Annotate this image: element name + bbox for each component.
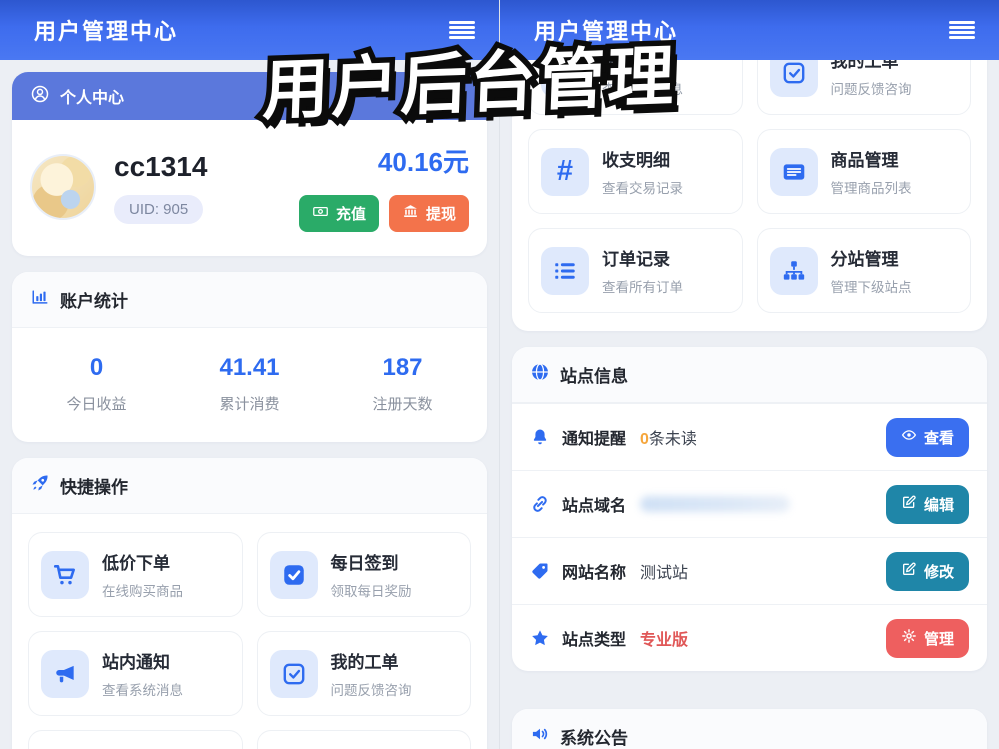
stat-today-income: 0 今日收益 — [66, 354, 127, 413]
row-label: 通知提醒 — [562, 431, 627, 448]
site-domain-value-blurred — [640, 496, 791, 512]
username: cc1314 — [114, 150, 208, 182]
row-site-name: 网站名称 测试站 修改 — [512, 537, 987, 604]
stats-card: 账户统计 0 今日收益 41.41 累计消费 187 注册天数 — [12, 272, 487, 442]
quick-action-my-tickets[interactable]: 我的工单 问题反馈咨询 — [256, 631, 471, 716]
quick-action-daily-checkin[interactable]: 每日签到 领取每日奖励 — [256, 532, 471, 617]
recharge-button[interactable]: 充值 — [298, 195, 379, 232]
stat-total-spend: 41.41 累计消费 — [219, 354, 280, 413]
person-circle-icon — [30, 84, 50, 109]
row-label: 站点类型 — [562, 632, 627, 649]
row-label: 站点域名 — [562, 498, 627, 515]
announcement-section-title: 系统公告 — [560, 729, 628, 748]
site-type-value: 专业版 — [640, 632, 689, 649]
quick-actions-header: 快捷操作 — [12, 458, 487, 514]
quick-action-transactions[interactable]: # 收支明细查看交易记录 — [528, 129, 743, 214]
quick-action-cheap-order[interactable]: 低价下单 在线购买商品 — [28, 532, 243, 617]
megaphone-icon — [41, 649, 89, 698]
edit-icon — [901, 561, 917, 581]
app-title: 用户管理中心 — [34, 19, 179, 44]
row-site-domain: 站点域名 编辑 — [512, 470, 987, 537]
speaker-icon — [530, 724, 550, 749]
uid-badge: UID: 905 — [114, 194, 204, 224]
announcement-header: 系统公告 — [512, 709, 987, 749]
banknote-icon — [312, 203, 329, 224]
quick-actions-card: 快捷操作 低价下单 在线购买商品 每日签到 领取每日奖励 站内通知 查看系统消息… — [12, 458, 487, 749]
eye-icon — [901, 427, 917, 447]
link-icon — [533, 496, 547, 512]
quick-action-site-notice[interactable]: 站内通知 查看系统消息 — [28, 631, 243, 716]
check-square-icon — [269, 550, 318, 599]
edit-domain-button[interactable]: 编辑 — [885, 484, 969, 524]
site-info-section-title: 站点信息 — [560, 367, 628, 386]
profile-card-body: cc1314 UID: 905 40.16元 充值 提现 — [12, 120, 487, 256]
bell-icon — [533, 429, 547, 445]
quick-action-orders[interactable]: 订单记录 查看所有订单 — [528, 228, 743, 313]
announcement-card: 系统公告 — [512, 709, 987, 749]
modify-name-button[interactable]: 修改 — [885, 551, 969, 591]
sitemap-icon — [769, 246, 818, 295]
hamburger-menu-icon[interactable] — [949, 20, 975, 40]
quick-action-substations[interactable]: 分站管理 管理下级站点 — [756, 228, 971, 313]
star-icon — [532, 630, 548, 646]
order-list-icon — [541, 246, 589, 295]
product-card-icon — [769, 147, 818, 196]
row-label: 网站名称 — [562, 565, 627, 582]
stats-section-title: 账户统计 — [60, 292, 128, 311]
gear-icon — [901, 628, 917, 648]
ticket-check-icon — [269, 649, 318, 698]
tag-icon — [532, 563, 548, 579]
watermark-sticker: 用户后台管理 — [256, 33, 683, 133]
view-button[interactable]: 查看 — [885, 417, 969, 457]
stat-days-registered: 187 注册天数 — [372, 354, 433, 413]
row-site-type: 站点类型 专业版 管理 — [512, 604, 987, 671]
quick-action-products[interactable]: 商品管理管理商品列表 — [756, 129, 971, 214]
bar-chart-icon — [30, 287, 50, 312]
quick-action-transactions[interactable]: # 收支明细查看交易记录 — [28, 730, 243, 749]
site-info-header: 站点信息 — [512, 347, 987, 403]
quick-action-products[interactable]: 商品管理管理商品列表 — [256, 730, 471, 749]
profile-section-title: 个人中心 — [60, 90, 125, 107]
edit-icon — [901, 494, 917, 514]
avatar — [30, 154, 96, 220]
bank-icon — [402, 203, 419, 224]
quick-section-title: 快捷操作 — [60, 478, 128, 497]
site-name-value: 测试站 — [640, 565, 689, 582]
rocket-icon — [30, 473, 50, 498]
balance-amount: 40.16元 — [377, 147, 469, 177]
unread-count: 0 — [640, 431, 649, 448]
stats-card-header: 账户统计 — [12, 272, 487, 328]
row-notifications: 通知提醒 0条未读 查看 — [512, 403, 987, 470]
globe-icon — [530, 362, 550, 387]
cart-icon — [41, 550, 89, 599]
site-info-card: 站点信息 通知提醒 0条未读 查看 站点域名 编辑 网站名称 测试站 修改 站点… — [512, 347, 987, 671]
manage-type-button[interactable]: 管理 — [885, 618, 969, 658]
hash-icon: # — [541, 147, 589, 196]
withdraw-button[interactable]: 提现 — [388, 195, 469, 232]
